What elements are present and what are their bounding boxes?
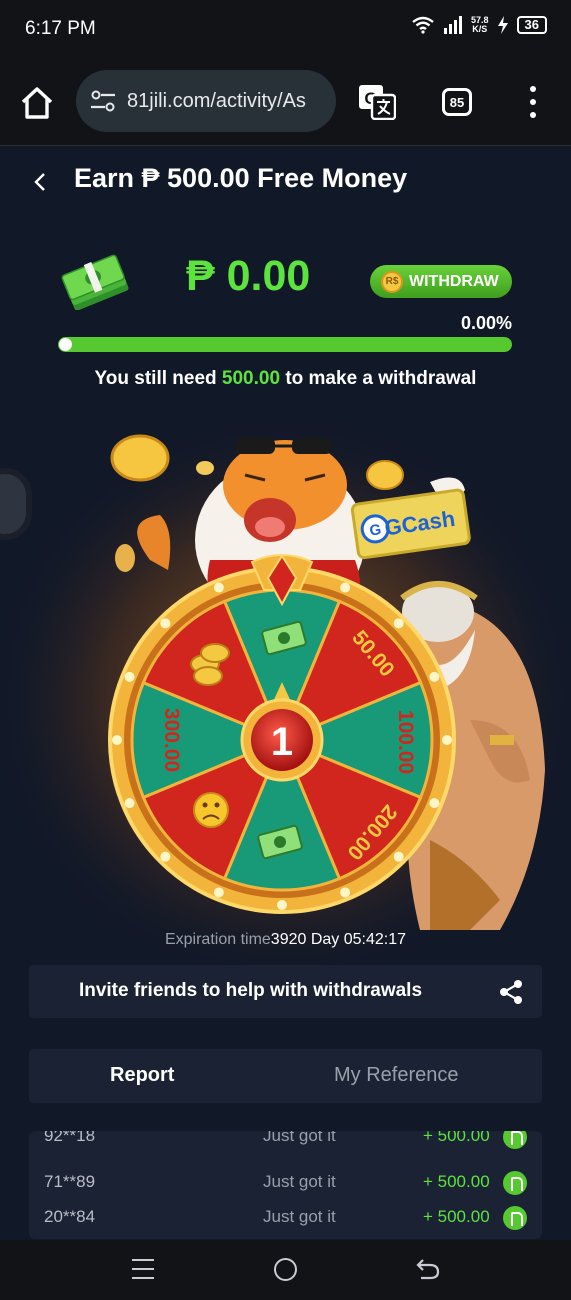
home-icon[interactable] (20, 86, 54, 120)
status-bar: 6:17 PM 57.8 K/S 36 (0, 0, 571, 58)
rim-light (393, 618, 404, 629)
rim-light (213, 887, 224, 898)
list-item: 20**84 Just got it + 500.00 (29, 1202, 542, 1232)
withdraw-button[interactable]: R$ WITHDRAW (370, 265, 512, 298)
rim-light (277, 900, 287, 910)
invite-label: Invite friends to help with withdrawals (78, 980, 423, 1001)
balance-amount: ₱ 0.00 (186, 252, 311, 300)
sad-face-icon (193, 792, 229, 828)
tab-report[interactable]: Report (110, 1064, 174, 1087)
signal-icon (444, 16, 462, 34)
tab-switcher-button[interactable]: 85 (442, 88, 472, 116)
svg-text:100.00: 100.00 (394, 710, 417, 774)
coin-icon: R$ (381, 270, 403, 293)
home-circle-icon[interactable] (274, 1258, 297, 1281)
expiration-value: 3920 Day 05:42:17 (270, 931, 407, 948)
withdraw-requirement: You still need 500.00 to make a withdraw… (94, 368, 477, 389)
rim-light (124, 671, 135, 682)
browser-toolbar: 81jili.com/activity/As G 85 (0, 58, 571, 146)
segment-label-100: 100.00 (394, 710, 417, 774)
progress-knob (59, 338, 72, 351)
report-tabs: Report My Reference (29, 1049, 542, 1103)
invite-friends-button[interactable]: Invite friends to help with withdrawals (29, 965, 542, 1018)
more-menu-icon[interactable] (527, 86, 539, 118)
progress-percent: 0.00% (460, 313, 512, 333)
rim-light (340, 887, 351, 898)
rim-light (429, 798, 440, 809)
battery-indicator: 36 (516, 16, 547, 34)
rim-light (429, 671, 440, 682)
rim-light (160, 618, 171, 629)
list-item: 71**89 Just got it + 500.00 (29, 1167, 542, 1197)
rim-light (213, 582, 224, 593)
url-text[interactable]: 81jili.com/activity/As (127, 90, 306, 113)
svg-text:300.00: 300.00 (160, 708, 183, 772)
rim-light (112, 735, 122, 745)
segment-label-300: 300.00 (160, 708, 183, 772)
rim-light (340, 582, 351, 593)
back-gesture-icon[interactable] (415, 1257, 441, 1281)
wifi-icon (412, 16, 434, 34)
translate-icon[interactable]: G (358, 84, 396, 120)
system-nav-bar (0, 1240, 571, 1300)
lucky-wheel[interactable]: G GCash 50.00 100.00 200.00 300.00 1 (0, 410, 571, 970)
peso-coin-icon (503, 1206, 527, 1230)
tab-my-reference[interactable]: My Reference (334, 1064, 459, 1087)
rim-light (124, 798, 135, 809)
rim-light (442, 735, 452, 745)
site-settings-icon[interactable] (90, 90, 116, 112)
status-icons: 57.8 K/S 36 (411, 16, 547, 34)
share-icon[interactable] (499, 979, 523, 1005)
peso-coin-icon (503, 1131, 527, 1149)
expiration-time: Expiration time3920 Day 05:42:17 (164, 931, 407, 948)
needed-amount: 500.00 (221, 368, 281, 389)
network-speed: 57.8 K/S (471, 15, 489, 34)
report-list: 92**18 Just got it + 500.00 71**89 Just … (29, 1131, 542, 1239)
status-time: 6:17 PM (25, 18, 96, 39)
withdraw-label: WITHDRAW (409, 272, 499, 290)
recents-icon[interactable] (132, 1259, 154, 1279)
cash-stack-icon (61, 254, 129, 310)
svg-text:G: G (368, 521, 382, 539)
address-bar[interactable]: 81jili.com/activity/As (76, 70, 336, 132)
rim-light (393, 851, 404, 862)
withdraw-progress-bar (58, 337, 512, 352)
charging-icon (497, 16, 508, 34)
peso-coin-icon (503, 1171, 527, 1195)
back-arrow-icon[interactable] (30, 170, 52, 194)
page-title: Earn ₱ 500.00 Free Money (74, 163, 408, 193)
rim-light (160, 851, 171, 862)
list-item: 92**18 Just got it + 500.00 (29, 1131, 542, 1151)
spin-count: 1 (271, 720, 293, 764)
